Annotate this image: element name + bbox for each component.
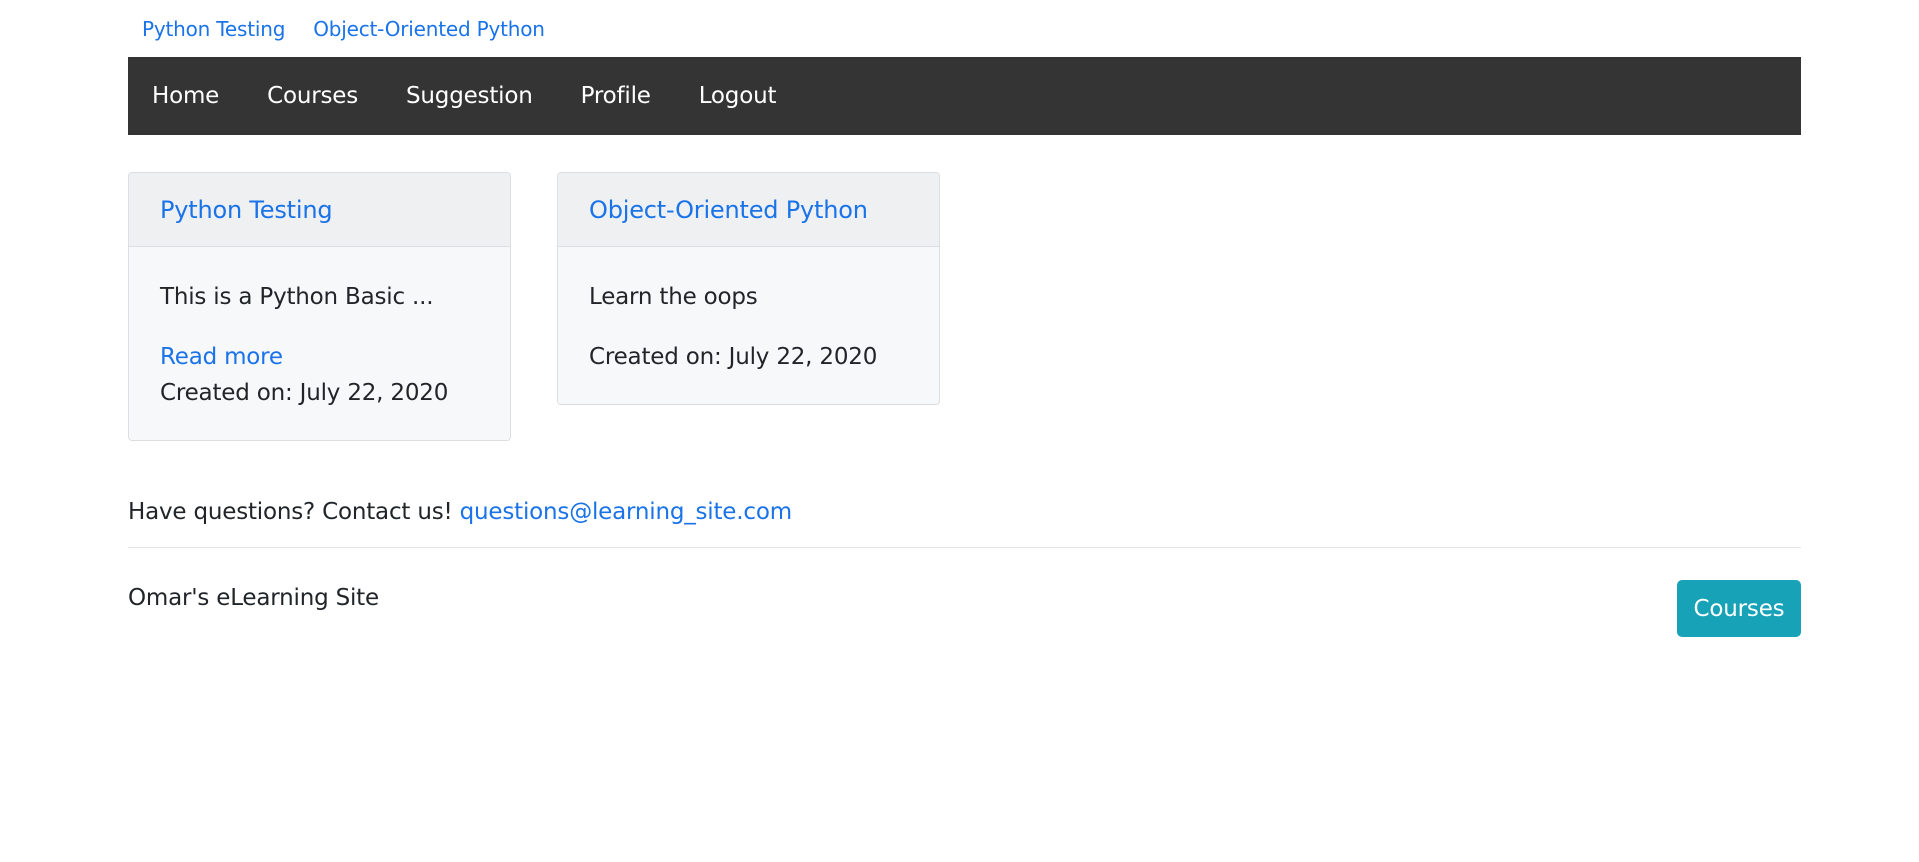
- course-title-link[interactable]: Object-Oriented Python: [589, 196, 868, 224]
- course-created-date: Created on: July 22, 2020: [160, 380, 449, 406]
- footer-divider: [128, 547, 1801, 548]
- page-container: Python Testing Object-Oriented Python Ho…: [128, 0, 1801, 637]
- course-created-date: Created on: July 22, 2020: [589, 344, 878, 370]
- contact-email-link[interactable]: questions@learning_site.com: [460, 499, 792, 525]
- course-description: Learn the oops: [589, 284, 758, 310]
- course-description: This is a Python Basic ...: [160, 284, 434, 310]
- top-link-python-testing[interactable]: Python Testing: [142, 17, 285, 41]
- contact-text: Have questions? Contact us!: [128, 499, 453, 525]
- card-header: Object-Oriented Python: [558, 173, 939, 247]
- course-title-link[interactable]: Python Testing: [160, 196, 333, 224]
- card-header: Python Testing: [129, 173, 510, 247]
- site-name: Omar's eLearning Site: [128, 585, 379, 611]
- nav-suggestion[interactable]: Suggestion: [406, 83, 533, 109]
- read-more-link[interactable]: Read more: [160, 343, 479, 371]
- course-cards: Python Testing This is a Python Basic ..…: [128, 172, 1801, 442]
- course-card: Python Testing This is a Python Basic ..…: [128, 172, 511, 441]
- nav-profile[interactable]: Profile: [581, 83, 651, 109]
- nav-courses[interactable]: Courses: [267, 83, 358, 109]
- card-body: This is a Python Basic ... Read more Cre…: [129, 247, 510, 407]
- nav-home[interactable]: Home: [152, 83, 219, 109]
- courses-button[interactable]: Courses: [1677, 580, 1801, 637]
- footer: Omar's eLearning Site Courses: [128, 556, 1801, 637]
- card-body: Learn the oops Created on: July 22, 2020: [558, 247, 939, 371]
- top-link-object-oriented-python[interactable]: Object-Oriented Python: [313, 17, 545, 41]
- contact-line: Have questions? Contact us! questions@le…: [128, 496, 1801, 528]
- nav-logout[interactable]: Logout: [699, 83, 777, 109]
- main-navbar: Home Courses Suggestion Profile Logout: [128, 57, 1801, 135]
- course-card: Object-Oriented Python Learn the oops Cr…: [557, 172, 940, 405]
- top-links: Python Testing Object-Oriented Python: [128, 0, 1801, 57]
